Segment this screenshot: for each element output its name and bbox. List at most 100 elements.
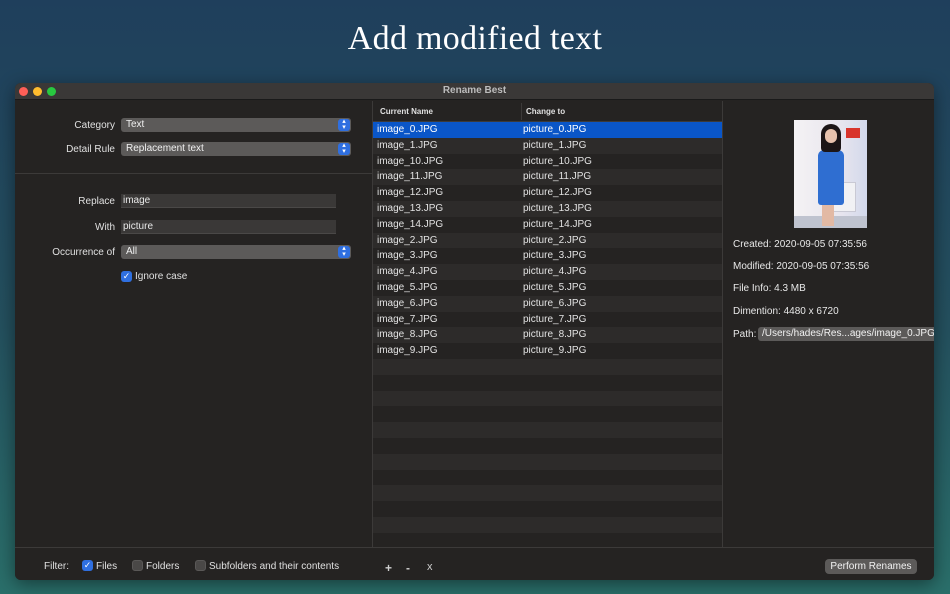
chevron-up-down-icon: ▴ ▾ [338,118,350,131]
section-divider [15,173,372,174]
current-name-cell: image_8.JPG [377,329,438,341]
current-name-cell: image_7.JPG [377,313,438,325]
table-row[interactable]: image_7.JPG picture_7.JPG [373,312,722,328]
rule-panel: Category Text ▴ ▾ Detail Rule Replacement… [15,101,372,547]
change-to-cell: picture_8.JPG [523,329,587,341]
table-row[interactable]: image_12.JPG picture_12.JPG [373,185,722,201]
current-name-cell: image_9.JPG [377,345,438,357]
chevron-up-down-icon: ▴ ▾ [338,245,350,258]
files-label: Files [96,561,118,572]
table-row[interactable]: image_3.JPG picture_3.JPG [373,248,722,264]
empty-row [373,390,722,407]
occurrence-label: Occurrence of [52,247,115,258]
category-select[interactable]: Text ▴ ▾ [121,118,351,132]
current-name-cell: image_5.JPG [377,282,438,293]
current-name-cell: image_10.JPG [377,155,444,167]
column-current-name[interactable]: Current Name [380,107,433,116]
path-label: Path: [733,329,757,340]
column-change-to[interactable]: Change to [526,107,565,116]
files-checkbox[interactable]: ✓ [82,560,93,571]
details-panel: Created: 2020-09-05 07:35:56 Modified: 2… [723,101,934,547]
hero-title: Add modified text [347,20,603,57]
replace-label: Replace [78,196,115,207]
current-name-cell: image_2.JPG [377,234,438,246]
with-label: With [95,222,115,233]
table-row[interactable]: image_13.JPG picture_13.JPG [373,201,722,217]
current-name-cell: image_3.JPG [377,250,438,262]
clear-button[interactable]: x [427,561,433,573]
ignore-case-label: Ignore case [135,271,188,282]
current-name-cell: image_6.JPG [377,297,438,309]
table-row[interactable]: image_2.JPG picture_2.JPG [373,232,722,249]
table-row[interactable]: image_0.JPG picture_0.JPG [373,122,722,138]
table-row[interactable]: image_9.JPG picture_9.JPG [373,343,722,359]
change-to-cell: picture_7.JPG [523,313,587,325]
table-header: Current Name Change to [373,101,722,122]
change-to-cell: picture_1.JPG [523,139,587,151]
modified-info: Modified: 2020-09-05 07:35:56 [733,261,870,272]
title-bar[interactable]: Rename Best [15,83,934,100]
empty-row [373,501,722,517]
path-value[interactable]: /Users/hades/Res...ages/image_0.JPG [758,327,934,341]
change-to-cell: picture_13.JPG [523,203,592,214]
table-row[interactable]: image_5.JPG picture_5.JPG [373,280,722,296]
subfolders-checkbox[interactable] [195,560,206,571]
category-label: Category [74,120,115,131]
current-name-cell: image_12.JPG [377,187,444,199]
filter-label: Filter: [44,561,69,572]
table-row[interactable]: image_14.JPG picture_14.JPG [373,217,722,233]
detail-rule-label: Detail Rule [66,144,115,155]
table-row[interactable]: image_6.JPG picture_6.JPG [373,295,722,312]
table-row[interactable]: image_4.JPG picture_4.JPG [373,264,722,280]
detail-rule-select[interactable]: Replacement text ▴ ▾ [121,142,351,156]
dimension-info: Dimention: 4480 x 6720 [733,306,839,317]
current-name-cell: image_13.JPG [377,203,444,214]
table-row[interactable]: image_1.JPG picture_1.JPG [373,137,722,154]
change-to-cell: picture_3.JPG [523,250,587,262]
current-name-cell: image_1.JPG [377,139,438,151]
with-input[interactable]: picture [121,220,336,234]
current-name-cell: image_0.JPG [377,124,438,135]
perform-renames-button[interactable]: Perform Renames [825,559,917,574]
column-separator [521,103,522,120]
remove-button[interactable]: - [406,561,410,575]
window-title: Rename Best [442,85,507,96]
table-row[interactable]: image_10.JPG picture_10.JPG [373,154,722,170]
change-to-cell: picture_5.JPG [523,282,587,293]
current-name-cell: image_4.JPG [377,266,438,278]
created-info: Created: 2020-09-05 07:35:56 [733,239,867,250]
detail-rule-value: Replacement text [126,143,204,154]
empty-row [373,359,722,375]
replace-input[interactable]: image [121,194,336,208]
table-row[interactable]: image_8.JPG picture_8.JPG [373,327,722,344]
app-window: Rename Best Category Text ▴ ▾ Detail Rule… [15,83,934,580]
subfolders-label: Subfolders and their contents [209,561,340,572]
change-to-cell: picture_14.JPG [523,218,592,230]
change-to-cell: picture_9.JPG [523,345,587,357]
image-preview [794,120,867,228]
ignore-case-checkbox[interactable]: ✓ [121,271,132,282]
current-name-cell: image_14.JPG [377,218,444,230]
category-value: Text [126,119,145,130]
current-name-cell: image_11.JPG [377,171,443,183]
change-to-cell: picture_6.JPG [523,297,587,309]
empty-row [373,453,722,470]
file-size-info: File Info: 4.3 MB [733,283,806,294]
empty-row [373,406,722,422]
folders-checkbox[interactable] [132,560,143,571]
change-to-cell: picture_11.JPG [523,171,592,183]
change-to-cell: picture_12.JPG [523,187,592,199]
add-button[interactable]: + [385,561,392,575]
change-to-cell: picture_2.JPG [523,234,587,246]
chevron-up-down-icon: ▴ ▾ [338,142,350,155]
empty-row [373,438,722,454]
occurrence-select[interactable]: All ▴ ▾ [121,245,351,259]
empty-row [373,375,722,391]
occurrence-value: All [126,246,138,257]
folders-label: Folders [146,561,180,572]
empty-row [373,470,722,486]
empty-row [373,517,722,533]
table-row[interactable]: image_11.JPG picture_11.JPG [373,169,722,186]
file-table[interactable]: Current Name Change to image_0.JPGpictur… [373,101,722,547]
change-to-cell: picture_0.JPG [523,124,587,135]
